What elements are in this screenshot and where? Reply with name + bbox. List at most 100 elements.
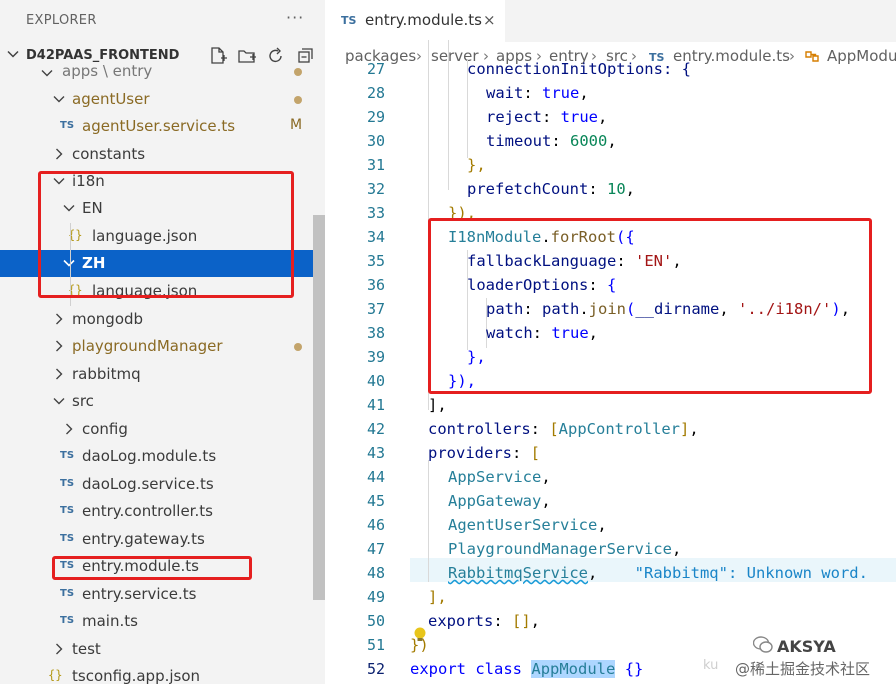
chevron-right-icon — [56, 368, 63, 380]
line-number: 36 — [366, 276, 385, 294]
code-line-45: AppGateway, — [448, 492, 551, 510]
tree-label: ZH — [82, 254, 106, 272]
tree-file-entry-module[interactable]: TS entry.module.ts — [0, 553, 325, 580]
code-token: providers — [428, 444, 512, 462]
tree-folder-src[interactable]: src — [0, 388, 325, 415]
line-number: 48 — [366, 564, 385, 582]
tree-file-daolog-service[interactable]: TS daoLog.service.ts — [0, 471, 325, 498]
typescript-file-icon: TS — [60, 450, 75, 461]
breadcrumb-separator: › — [416, 47, 422, 65]
tree-label: main.ts — [82, 612, 138, 630]
code-line-27: connectionInitOptions: { — [467, 60, 691, 78]
line-number: 37 — [366, 300, 385, 318]
watermark-brand: AKSYA — [777, 637, 836, 656]
spell-check-hint: "Rabbitmq": Unknown word. — [634, 564, 868, 582]
tree-file-zh-language-json[interactable]: {} language.json — [0, 278, 325, 305]
line-number: 49 — [366, 588, 385, 606]
line-number: 31 — [366, 156, 385, 174]
tab-label: entry.module.ts — [365, 11, 482, 29]
lightbulb-icon[interactable] — [413, 626, 427, 646]
tree-folder-apps-entry[interactable]: apps \ entry — [0, 60, 325, 87]
line-number: 29 — [366, 108, 385, 126]
tree-file-entry-controller[interactable]: TS entry.controller.ts — [0, 498, 325, 525]
line-number: 43 — [366, 444, 385, 462]
code-token: ], — [428, 588, 447, 606]
chevron-down-icon — [53, 178, 65, 185]
code-line-32: prefetchCount: 10, — [467, 180, 636, 198]
tree-label: language.json — [92, 282, 198, 300]
code-line-42: controllers: [AppController], — [428, 420, 699, 438]
code-line-35: fallbackLanguage: 'EN', — [467, 252, 682, 270]
line-number: 35 — [366, 252, 385, 270]
code-line-48: RabbitmqService, "Rabbitmq": Unknown wor… — [448, 564, 868, 582]
code-token: true — [551, 324, 589, 342]
code-token: }, — [467, 156, 486, 174]
breadcrumb-item[interactable]: AppModule — [827, 47, 896, 65]
chevron-right-icon — [56, 148, 63, 160]
modified-dot — [294, 68, 302, 76]
code-line-38: watch: true, — [486, 324, 599, 342]
code-line-39: }, — [467, 348, 486, 366]
code-line-47: PlaygroundManagerService, — [448, 540, 682, 558]
line-number: 38 — [366, 324, 385, 342]
tree-file-en-language-json[interactable]: {} language.json — [0, 223, 325, 250]
code-line-46: AgentUserService, — [448, 516, 607, 534]
typescript-file-icon: TS — [60, 120, 75, 131]
tree-folder-test[interactable]: test — [0, 636, 325, 663]
tree-label: i18n — [72, 172, 105, 190]
tree-file-entry-service[interactable]: TS entry.service.ts — [0, 581, 325, 608]
sidebar-scrollbar[interactable] — [313, 215, 325, 600]
tree-label: entry.module.ts — [82, 557, 199, 575]
line-number: 40 — [366, 372, 385, 390]
code-token: forRoot — [550, 228, 616, 246]
line-number: 41 — [366, 396, 385, 414]
tree-label: EN — [82, 199, 103, 217]
indent-guide — [70, 223, 71, 306]
indent-guide — [428, 40, 429, 410]
code-token: exports — [428, 612, 494, 630]
chevron-right-icon — [56, 313, 63, 325]
tree-file-agentuser-service[interactable]: TS agentUser.service.ts M — [0, 113, 325, 140]
tree-file-entry-gateway[interactable]: TS entry.gateway.ts — [0, 526, 325, 553]
tree-folder-playgroundmanager[interactable]: playgroundManager — [0, 333, 325, 360]
code-token: loaderOptions — [467, 276, 589, 294]
explorer-header: EXPLORER ··· — [0, 0, 325, 42]
tree-folder-rabbitmq[interactable]: rabbitmq — [0, 361, 325, 388]
breadcrumb-separator: › — [789, 47, 795, 65]
close-icon[interactable]: × — [483, 11, 496, 29]
code-line-28: wait: true, — [486, 84, 589, 102]
tree-file-main[interactable]: TS main.ts — [0, 608, 325, 635]
code-token: 6000 — [570, 132, 608, 150]
tree-file-tsconfig[interactable]: {} tsconfig.app.json — [0, 663, 325, 684]
tree-folder-en[interactable]: EN — [0, 195, 325, 222]
tree-folder-constants[interactable]: constants — [0, 141, 325, 168]
more-actions-icon[interactable]: ··· — [286, 8, 304, 27]
tree-folder-mongodb[interactable]: mongodb — [0, 306, 325, 333]
tab-entry-module[interactable]: TS entry.module.ts × — [325, 0, 505, 42]
code-line-40: }), — [448, 372, 476, 390]
line-number: 27 — [366, 60, 385, 78]
tree-folder-config[interactable]: config — [0, 416, 325, 443]
code-line-49: ], — [428, 588, 447, 606]
code-token: true — [560, 108, 598, 126]
tree-folder-agentuser[interactable]: agentUser — [0, 86, 325, 113]
code-token[interactable]: RabbitmqService — [448, 564, 588, 582]
tree-folder-i18n[interactable]: i18n — [0, 168, 325, 195]
code-token: connectionInitOptions: { — [467, 60, 691, 78]
class-symbol-icon — [805, 51, 819, 62]
code-token: AppModule — [531, 660, 616, 678]
code-line-30: timeout: 6000, — [486, 132, 617, 150]
indent-guide — [448, 40, 449, 190]
code-line-37: path: path.join(__dirname, '../i18n/'), — [486, 300, 851, 318]
explorer-title: EXPLORER — [26, 13, 97, 28]
tree-label: src — [72, 392, 94, 410]
code-line-29: reject: true, — [486, 108, 608, 126]
tree-label: agentUser — [72, 90, 150, 108]
chevron-down-icon — [63, 259, 75, 267]
tree-file-daolog-module[interactable]: TS daoLog.module.ts — [0, 443, 325, 470]
tree-folder-zh[interactable]: ZH — [0, 250, 325, 277]
code-editor: TS entry.module.ts × packages › server ›… — [325, 0, 896, 684]
tree-label: agentUser.service.ts — [82, 117, 236, 135]
tree-label: daoLog.module.ts — [82, 447, 217, 465]
tree-label: playgroundManager — [72, 337, 223, 355]
